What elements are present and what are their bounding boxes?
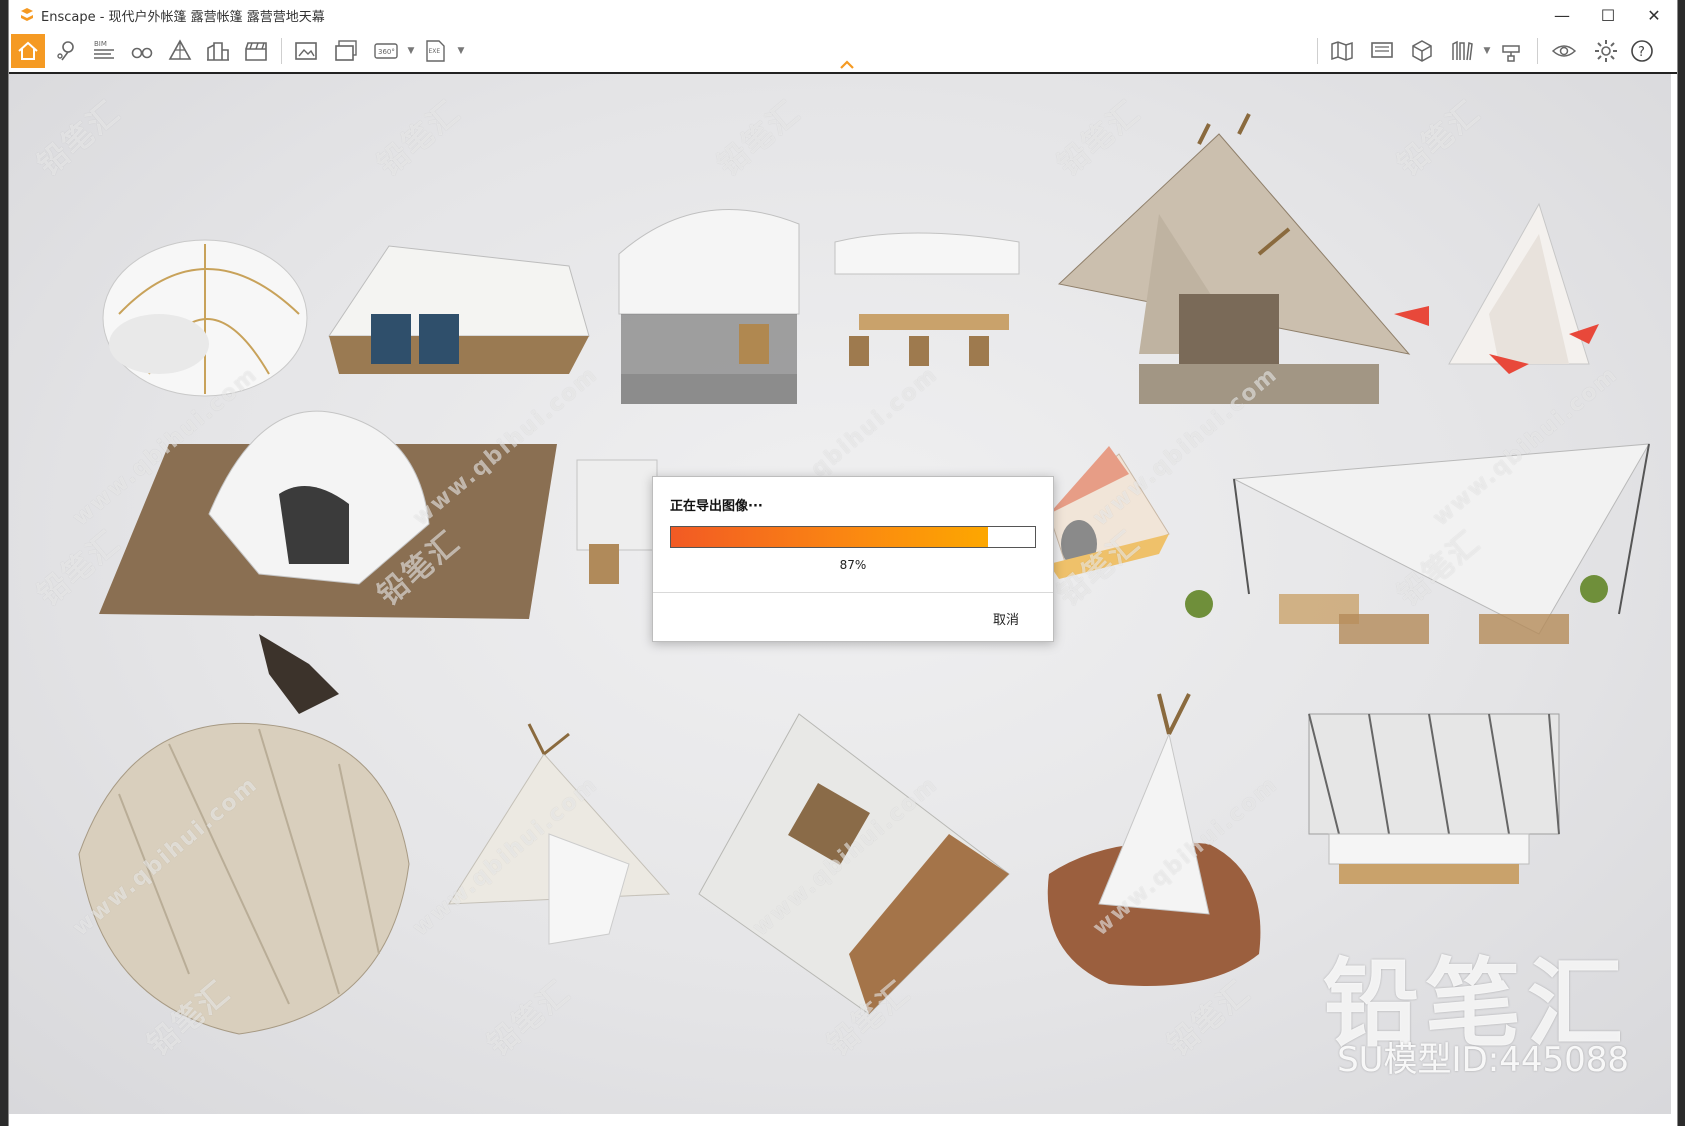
bim-button[interactable]: BIM [87, 34, 121, 68]
location-pin-icon [57, 41, 74, 61]
minimize-button[interactable]: — [1539, 0, 1585, 30]
export-progress-dialog: 正在导出图像··· 87% 取消 [652, 476, 1054, 642]
buildings-icon [207, 42, 229, 61]
window-title: Enscape - 现代户外帐篷 露营帐篷 露营营地天幕 [41, 9, 325, 25]
deck-teepee-model [1047, 693, 1261, 986]
svg-text:?: ? [1638, 45, 1645, 60]
teepee-model [1394, 202, 1599, 374]
toolbar-separator [1317, 38, 1318, 64]
bim-text: BIM [94, 40, 107, 48]
bim-icon: BIM [94, 40, 114, 59]
exe-export-icon: EXE [426, 40, 445, 62]
batch-render-icon [335, 40, 357, 61]
exe-export-button[interactable]: EXE [419, 34, 453, 68]
library-icon [1452, 40, 1473, 61]
library-button[interactable] [1445, 34, 1479, 68]
enscape-window: Enscape - 现代户外帐篷 露营帐篷 露营营地天幕 — ☐ ✕ BIM 3… [8, 0, 1678, 1126]
map-icon [1331, 41, 1353, 61]
safari-tent-model [1057, 113, 1411, 404]
cube-button[interactable] [1405, 34, 1439, 68]
cube-icon [1412, 40, 1432, 62]
toolbar-separator [1537, 38, 1538, 64]
cabin-tent-model [618, 209, 800, 404]
screenshot-button[interactable] [289, 34, 323, 68]
dining-canopy-model [834, 232, 1020, 366]
settings-button[interactable] [1589, 34, 1623, 68]
material-button[interactable] [1495, 34, 1529, 68]
views-button[interactable] [49, 34, 83, 68]
panorama-button[interactable]: 360° [369, 34, 403, 68]
deck-dome-model [99, 410, 557, 714]
progress-percent: 87% [839, 558, 867, 572]
progress-bar-fill [671, 527, 988, 547]
monitor-button[interactable] [1365, 34, 1399, 68]
enscape-logo-icon [19, 7, 35, 23]
home-button[interactable] [11, 34, 45, 68]
maximize-button[interactable]: ☐ [1585, 0, 1631, 30]
string-light-teepee-model [448, 723, 671, 945]
home-icon [18, 41, 38, 60]
dome-tent-model [102, 239, 308, 397]
visual-settings-button[interactable] [1547, 34, 1581, 68]
monitor-icon [1371, 42, 1393, 58]
pergola-dining-model [1308, 713, 1560, 884]
toolbar-separator [281, 38, 282, 64]
tent-behind-dialog-model [1048, 446, 1170, 579]
help-icon: ? [1631, 40, 1653, 62]
panorama-dropdown-chevron-icon[interactable]: ▼ [406, 43, 416, 59]
panorama-360-icon: 360° [374, 43, 398, 59]
sail-canopy-model [1185, 443, 1650, 644]
gear-icon [1595, 40, 1617, 62]
small-shelter-model [576, 459, 658, 584]
batch-render-button[interactable] [329, 34, 363, 68]
pano-text: 360° [378, 48, 395, 56]
toolbar: BIM 360° ▼ EXE ▼ ▼ ? [9, 30, 1677, 74]
map-button[interactable] [1325, 34, 1359, 68]
a-frame-tent-model [698, 713, 1010, 1015]
dialog-divider [653, 592, 1053, 593]
exe-text: EXE [429, 48, 441, 55]
collapse-toolbar-chevron-icon[interactable] [837, 56, 857, 72]
walk-mode-button[interactable] [125, 34, 159, 68]
eye-icon [1551, 45, 1577, 57]
cancel-button[interactable]: 取消 [989, 607, 1023, 630]
binoculars-icon [131, 47, 153, 59]
material-icon [1502, 45, 1520, 62]
assets-button[interactable] [201, 34, 235, 68]
canopy-tent-model [328, 245, 590, 374]
exe-dropdown-chevron-icon[interactable]: ▼ [456, 43, 466, 59]
origami-dome-model [78, 722, 410, 1035]
help-button[interactable]: ? [1625, 34, 1659, 68]
clapper-icon [245, 42, 267, 61]
triangle-icon [168, 39, 192, 60]
dialog-title: 正在导出图像··· [670, 499, 763, 514]
library-dropdown-chevron-icon[interactable]: ▼ [1482, 43, 1492, 59]
close-button[interactable]: ✕ [1631, 0, 1677, 30]
mode-button[interactable] [163, 34, 197, 68]
progress-bar [670, 526, 1036, 548]
video-editor-button[interactable] [239, 34, 273, 68]
screenshot-icon [295, 42, 317, 60]
title-bar[interactable]: Enscape - 现代户外帐篷 露营帐篷 露营营地天幕 — ☐ ✕ [9, 0, 1677, 30]
